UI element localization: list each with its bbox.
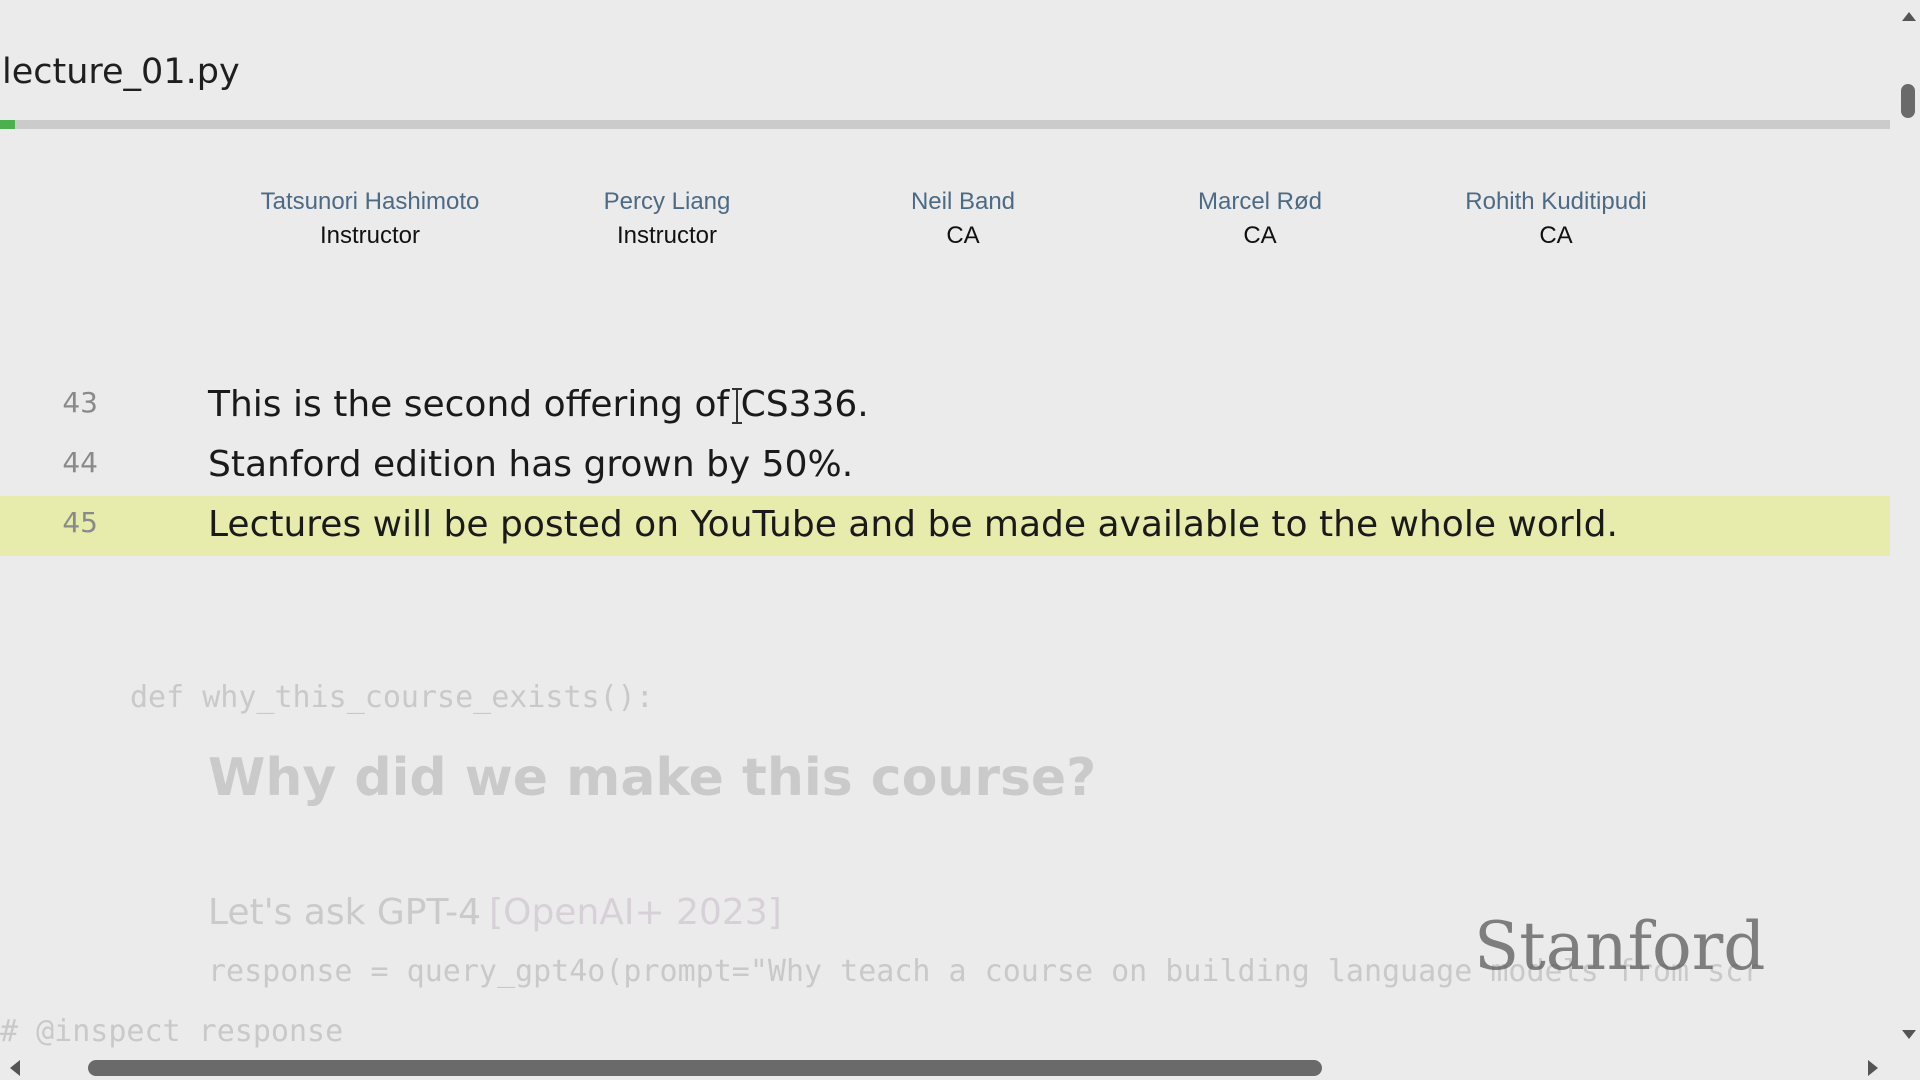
section-heading: Why did we make this course? <box>208 748 1097 808</box>
person-name[interactable]: Tatsunori Hashimoto <box>220 186 520 218</box>
person-role: CA <box>1539 222 1573 249</box>
line-number: 45 <box>62 506 98 539</box>
code-line-43[interactable]: 43 This is the second offering of CS336. <box>0 376 1890 436</box>
file-title: lecture_01.py <box>2 52 240 92</box>
vertical-scrollbar[interactable] <box>1896 0 1920 1058</box>
code-text: # @inspect response <box>0 1014 344 1049</box>
line-text: This is the second offering of CS336. <box>208 384 869 425</box>
person-name[interactable]: Neil Band <box>813 186 1113 218</box>
person-card: Percy Liang Instructor <box>517 186 817 254</box>
scroll-down-icon[interactable] <box>1902 1030 1916 1039</box>
ask-label: Let's ask GPT-4 <box>208 892 482 933</box>
code-line-44[interactable]: 44 Stanford edition has grown by 50%. <box>0 436 1890 496</box>
code-line-45-highlighted[interactable]: 45 Lectures will be posted on YouTube an… <box>0 496 1890 556</box>
code-line-def[interactable]: def why_this_course_exists(): <box>0 668 1890 728</box>
person-card: Neil Band CA <box>813 186 1113 254</box>
line-number: 44 <box>62 446 98 479</box>
person-role: Instructor <box>319 222 421 249</box>
person-name[interactable]: Marcel Rød <box>1110 186 1410 218</box>
ask-text: Let's ask GPT-4 [OpenAI+ 2023] <box>208 892 782 933</box>
person-card: Rohith Kuditipudi CA <box>1406 186 1706 254</box>
scroll-left-icon[interactable] <box>10 1060 20 1076</box>
person-name[interactable]: Rohith Kuditipudi <box>1406 186 1706 218</box>
scroll-up-icon[interactable] <box>1902 12 1916 21</box>
horizontal-scroll-thumb[interactable] <box>88 1060 1322 1076</box>
stanford-watermark: Stanford <box>1474 908 1766 985</box>
people-row: Tatsunori Hashimoto Instructor Percy Lia… <box>0 186 1920 256</box>
citation-link[interactable]: [OpenAI+ 2023] <box>489 892 782 933</box>
line-text: Stanford edition has grown by 50%. <box>208 444 854 485</box>
code-line-inspect[interactable]: # @inspect response <box>0 1002 1890 1062</box>
horizontal-scrollbar[interactable] <box>0 1054 1920 1080</box>
person-role: CA <box>1243 222 1277 249</box>
code-text: def why_this_course_exists(): <box>130 680 654 715</box>
line-number: 43 <box>62 386 98 419</box>
person-card: Tatsunori Hashimoto Instructor <box>220 186 520 254</box>
person-name[interactable]: Percy Liang <box>517 186 817 218</box>
line-text: Lectures will be posted on YouTube and b… <box>208 504 1618 545</box>
progress-fill <box>0 120 16 129</box>
person-role: CA <box>946 222 980 249</box>
code-line-heading[interactable]: Why did we make this course? <box>0 748 1890 808</box>
progress-bar <box>0 120 1890 129</box>
scroll-right-icon[interactable] <box>1868 1060 1878 1076</box>
person-role: Instructor <box>616 222 718 249</box>
vertical-scroll-thumb[interactable] <box>1901 84 1915 118</box>
text-cursor-icon <box>732 388 742 424</box>
person-card: Marcel Rød CA <box>1110 186 1410 254</box>
